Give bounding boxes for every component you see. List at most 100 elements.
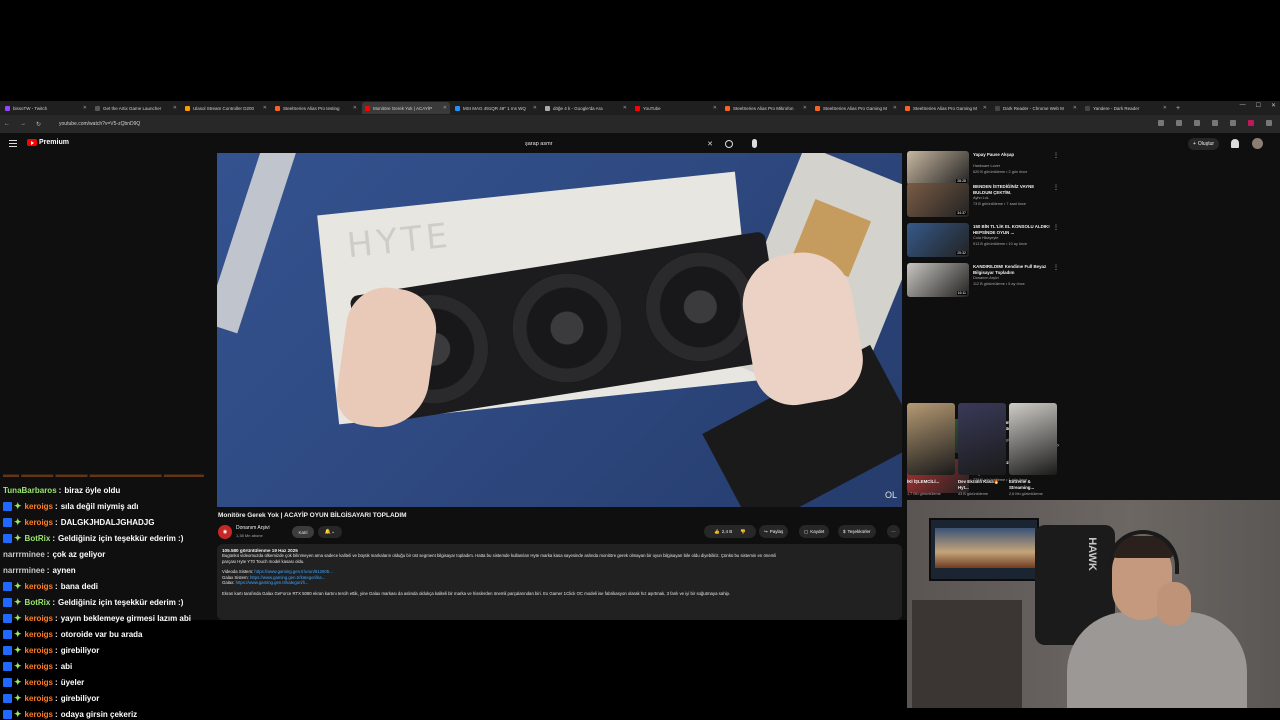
browser-tab[interactable]: YouTube ✕	[632, 102, 720, 114]
description-link[interactable]: https://www.gaming.gen.tr/kategori/li...	[236, 580, 309, 585]
microphone-icon[interactable]	[752, 139, 757, 148]
browser-tab[interactable]: Get the Artix Game Launcher ✕	[92, 102, 180, 114]
browser-tab[interactable]: MSI MAG 491QR 49" 1 ms WQ ✕	[452, 102, 540, 114]
thanks-button[interactable]: $ Teşekkürler	[838, 525, 876, 538]
chat-username[interactable]: keroigs	[25, 614, 53, 623]
tab-close-icon[interactable]: ✕	[713, 105, 717, 111]
recommended-video[interactable]: 16:11 KANDIRILDIM! Kendime Full Beyaz Bil…	[907, 263, 1062, 297]
recommended-video-channel[interactable]: Ayhn LoL	[973, 196, 989, 200]
chat-username[interactable]: BotRix	[25, 534, 51, 543]
save-button[interactable]: ▢ Kaydet	[799, 525, 830, 538]
short-title[interactable]: İKİ İŞLEMCİLİ...	[907, 479, 955, 485]
more-actions-button[interactable]: ⋯	[887, 525, 900, 538]
video-description[interactable]: 105.580 görüntülenme 19 Haz 2025 Bugünkü…	[217, 544, 902, 620]
bookmark-icon[interactable]	[1176, 120, 1182, 126]
tab-close-icon[interactable]: ✕	[83, 105, 87, 111]
recommended-video-channel[interactable]: Hardware Lover	[973, 164, 1000, 168]
browser-tab[interactable]: SteelSeries Alias Pro testing ✕	[272, 102, 360, 114]
notifications-bell-icon[interactable]	[1231, 139, 1239, 148]
recommended-video-title[interactable]: BENDEN İSTEDİĞİNİZ VAYNE BULDUM ÇEKTİM.	[973, 184, 1053, 195]
browser-tab[interactable]: Dark Reader - Chrome Web M ✕	[992, 102, 1080, 114]
account-avatar[interactable]	[1252, 138, 1263, 149]
short-title[interactable]: Dev Ekranlı Kasa🔥 Hyt...	[958, 479, 1006, 490]
browser-tab[interactable]: bissoTW - Twitch ✕	[2, 102, 90, 114]
browser-tab[interactable]: Yandere - Dark Reader ✕	[1082, 102, 1170, 114]
chat-username[interactable]: BotRix	[25, 598, 51, 607]
channel-name[interactable]: Donanım Arşivi	[236, 525, 270, 531]
recommended-video[interactable]: 25:32 150 BİN TL'LİK EL KONSOLU ALDIK! HE…	[907, 223, 1062, 257]
channel-avatar[interactable]: ◉	[218, 525, 232, 539]
extension-icon[interactable]	[1212, 120, 1218, 126]
url-field[interactable]: youtube.com/watch?v=V5-zQbnD9Q	[59, 121, 140, 127]
chat-username[interactable]: narrrminee	[3, 566, 45, 575]
video-thumbnail[interactable]: 16:11	[907, 263, 969, 297]
browser-tab[interactable]: Monitöre Gerek Yok | ACAYİP ✕	[362, 102, 450, 114]
browser-tab[interactable]: SteelSeries Alias Pro Gaming M ✕	[812, 102, 900, 114]
maximize-icon[interactable]: ☐	[1256, 102, 1261, 109]
chevron-right-icon[interactable]: ›	[1057, 443, 1059, 449]
back-icon[interactable]: ←	[4, 121, 10, 127]
tab-close-icon[interactable]: ✕	[173, 105, 177, 111]
video-thumbnail[interactable]: 25:32	[907, 223, 969, 257]
chat-username[interactable]: keroigs	[25, 710, 53, 719]
tab-close-icon[interactable]: ✕	[1163, 105, 1167, 111]
download-icon[interactable]	[1230, 120, 1236, 126]
youtube-logo[interactable]: Premium	[27, 139, 69, 146]
recommended-video-title[interactable]: Yapay Pause Akşap	[973, 152, 1053, 158]
share-button[interactable]: ↪ Paylaş	[759, 525, 789, 538]
tab-close-icon[interactable]: ✕	[533, 105, 537, 111]
more-vert-icon[interactable]: ⋮	[1053, 264, 1059, 271]
forward-icon[interactable]: →	[20, 121, 26, 127]
recommended-video-channel[interactable]: Cola Hikayeyle	[973, 236, 998, 240]
browser-tab[interactable]: SteelSeries Alias Pro Gaming M ✕	[902, 102, 990, 114]
more-vert-icon[interactable]: ⋮	[1053, 184, 1059, 191]
tab-close-icon[interactable]: ✕	[353, 105, 357, 111]
more-icon[interactable]	[1266, 120, 1272, 126]
browser-tab[interactable]: Ulasol Stream Controller D200 ✕	[182, 102, 270, 114]
recommended-video[interactable]: 28:28 Yapay Pause Akşap Hardware Lover 620 …	[907, 151, 1062, 185]
like-dislike-button[interactable]: 👍 2,4 B 👎	[704, 525, 756, 538]
chat-username[interactable]: keroigs	[25, 662, 53, 671]
join-button[interactable]: Katıl	[292, 526, 314, 538]
recommended-video[interactable]: 34:37 BENDEN İSTEDİĞİNİZ VAYNE BULDUM ÇEK…	[907, 183, 1062, 217]
clear-search-icon[interactable]: ✕	[707, 140, 713, 148]
hamburger-menu-icon[interactable]	[9, 140, 17, 147]
tab-close-icon[interactable]: ✕	[983, 105, 987, 111]
search-icon[interactable]	[725, 140, 733, 148]
short-thumbnail[interactable]	[958, 403, 1006, 475]
tab-close-icon[interactable]: ✕	[893, 105, 897, 111]
new-tab-icon[interactable]: +	[1176, 105, 1180, 112]
chat-username[interactable]: narrrminee	[3, 550, 45, 559]
recommended-video-title[interactable]: 150 BİN TL'LİK EL KONSOLU ALDIK! HEPSİND…	[973, 224, 1053, 235]
chat-username[interactable]: TunaBarbaros	[3, 486, 57, 495]
profile-icon[interactable]	[1248, 120, 1254, 126]
extension-icon[interactable]	[1194, 120, 1200, 126]
recommended-video-channel[interactable]: Donanım Arşivi	[973, 276, 999, 280]
short-thumbnail[interactable]	[907, 403, 955, 475]
search-input[interactable]: şarap asmr	[519, 141, 707, 147]
tab-close-icon[interactable]: ✕	[1073, 105, 1077, 111]
tab-close-icon[interactable]: ✕	[443, 105, 447, 111]
short-thumbnail[interactable]	[1009, 403, 1057, 475]
more-vert-icon[interactable]: ⋮	[1053, 152, 1059, 159]
close-window-icon[interactable]: ✕	[1271, 102, 1276, 109]
tab-close-icon[interactable]: ✕	[263, 105, 267, 111]
video-thumbnail[interactable]: 34:37	[907, 183, 969, 217]
video-thumbnail[interactable]: 28:28	[907, 151, 969, 185]
chat-username[interactable]: keroigs	[25, 518, 53, 527]
tab-close-icon[interactable]: ✕	[803, 105, 807, 111]
reload-icon[interactable]: ↻	[36, 121, 41, 128]
chat-username[interactable]: keroigs	[25, 630, 53, 639]
browser-tab[interactable]: SteelSeries Alias Pro Mikrofon ✕	[722, 102, 810, 114]
cast-icon[interactable]	[1158, 120, 1164, 126]
browser-tab[interactable]: döğe 4 k - Google'da Ara ✕	[542, 102, 630, 114]
minimize-icon[interactable]: —	[1240, 102, 1246, 109]
chat-username[interactable]: keroigs	[25, 678, 53, 687]
video-player[interactable]: HYTE OL	[217, 153, 902, 507]
description-link[interactable]: https://www.gaming.gen.tr/urun/812605...	[254, 569, 332, 574]
create-button[interactable]: + Oluştur	[1188, 138, 1220, 150]
short-title[interactable]: Extreme & Streaming...	[1009, 479, 1057, 490]
chat-username[interactable]: keroigs	[25, 502, 53, 511]
chat-username[interactable]: keroigs	[25, 694, 53, 703]
chat-username[interactable]: keroigs	[25, 582, 53, 591]
